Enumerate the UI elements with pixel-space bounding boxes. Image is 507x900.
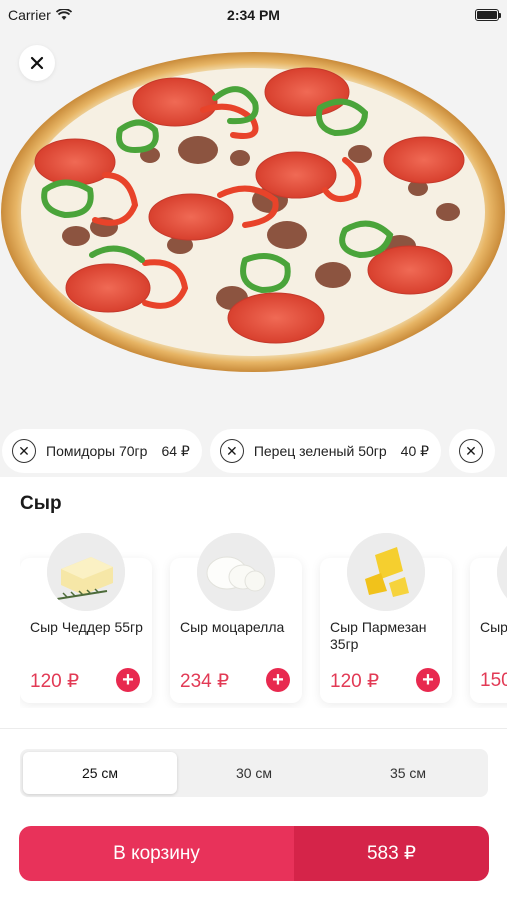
addon-name: Сыр Пармезан 35гр bbox=[330, 619, 427, 652]
add-button[interactable]: + bbox=[416, 668, 440, 692]
addon-card[interactable]: Сыр 30гр 150 bbox=[470, 533, 507, 703]
remove-chip-icon[interactable]: ✕ bbox=[12, 439, 36, 463]
addon-name: Сыр Чеддер 55гр bbox=[30, 619, 143, 635]
size-option-25[interactable]: 25 см bbox=[23, 752, 177, 794]
mozzarella-image bbox=[197, 533, 275, 611]
chip-name: Перец зеленый 50гр bbox=[253, 443, 387, 459]
add-button[interactable]: + bbox=[116, 668, 140, 692]
addon-cards: Сыр Чеддер 55гр 120 ₽ + Сыр моцарелла 23… bbox=[20, 533, 507, 708]
battery-icon bbox=[475, 9, 501, 21]
close-icon bbox=[30, 56, 44, 70]
product-hero bbox=[0, 0, 507, 425]
size-selector: 25 см 30 см 35 см bbox=[20, 749, 488, 797]
addon-name: Сыр 30гр bbox=[480, 619, 507, 635]
section-title: Сыр bbox=[20, 493, 62, 514]
ingredient-chip[interactable]: ✕ Помидоры 70гр 64 ₽ bbox=[2, 429, 202, 473]
wifi-icon bbox=[55, 9, 72, 20]
ingredient-chip[interactable]: ✕ bbox=[449, 429, 496, 473]
chip-price: 40 ₽ bbox=[400, 442, 430, 459]
addon-price: 234 ₽ bbox=[180, 671, 230, 692]
ingredient-chip[interactable]: ✕ Перец зеленый 50гр 40 ₽ bbox=[209, 429, 442, 473]
remove-chip-icon[interactable]: ✕ bbox=[459, 439, 484, 463]
size-option-30[interactable]: 30 см bbox=[177, 752, 331, 794]
size-option-35[interactable]: 35 см bbox=[331, 752, 485, 794]
chip-price: 64 ₽ bbox=[161, 442, 190, 459]
addon-card[interactable]: Сыр Пармезан 35гр 120 ₽ + bbox=[320, 533, 452, 703]
addon-price: 120 ₽ bbox=[330, 671, 380, 692]
removed-ingredients-list: ✕ Помидоры 70гр 64 ₽ ✕ Перец зеленый 50г… bbox=[0, 425, 507, 477]
status-bar: Carrier 2:34 PM bbox=[0, 0, 507, 30]
plus-icon: + bbox=[272, 669, 284, 691]
pizza-image bbox=[1, 52, 505, 372]
close-button[interactable] bbox=[19, 45, 55, 81]
addon-name: Сыр моцарелла bbox=[180, 619, 285, 635]
addon-card[interactable]: Сыр Чеддер 55гр 120 ₽ + bbox=[20, 533, 152, 703]
chip-name: Помидоры 70гр bbox=[46, 443, 148, 459]
cart-total: 583 ₽ bbox=[294, 826, 489, 881]
divider bbox=[0, 728, 507, 729]
plus-icon: + bbox=[122, 669, 134, 691]
add-to-cart-button[interactable]: В корзину 583 ₽ bbox=[19, 826, 489, 881]
add-button[interactable]: + bbox=[266, 668, 290, 692]
status-left: Carrier bbox=[8, 7, 72, 23]
carrier-label: Carrier bbox=[8, 7, 51, 23]
addon-card[interactable]: Сыр моцарелла 234 ₽ + bbox=[170, 533, 302, 703]
plus-icon: + bbox=[422, 669, 434, 691]
status-time: 2:34 PM bbox=[227, 7, 280, 23]
addon-price: 120 ₽ bbox=[30, 671, 80, 692]
addon-price: 150 bbox=[480, 670, 507, 691]
cart-label: В корзину bbox=[19, 826, 294, 881]
parmesan-image bbox=[347, 533, 425, 611]
cheddar-image bbox=[47, 533, 125, 611]
remove-chip-icon[interactable]: ✕ bbox=[219, 439, 244, 463]
